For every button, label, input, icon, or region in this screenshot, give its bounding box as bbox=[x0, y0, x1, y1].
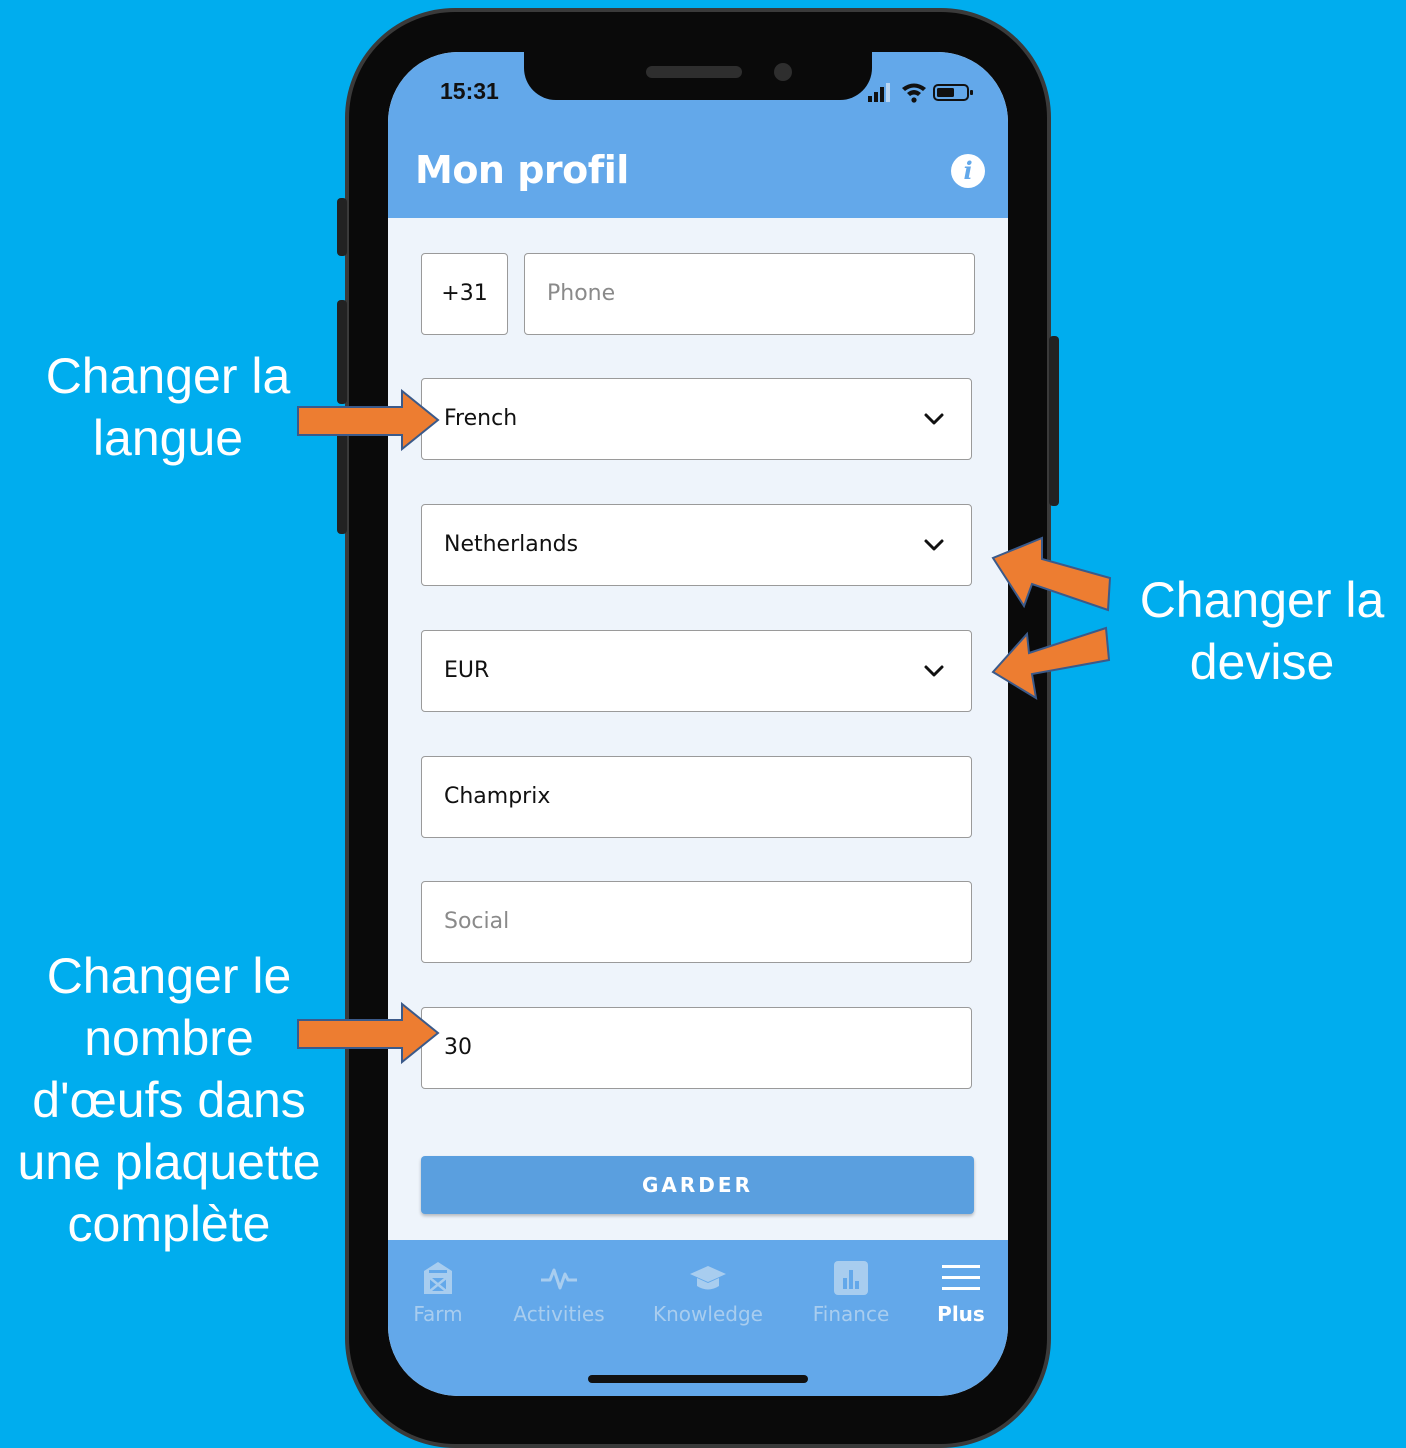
phone-mute-switch bbox=[337, 198, 347, 256]
arrow-to-country-icon bbox=[991, 536, 1112, 612]
tab-label-farm: Farm bbox=[413, 1302, 463, 1326]
phone-placeholder: Phone bbox=[547, 281, 616, 306]
phone-power-button bbox=[1049, 336, 1059, 506]
graduation-cap-icon bbox=[690, 1266, 726, 1290]
status-time: 15:31 bbox=[440, 78, 499, 104]
chevron-down-icon bbox=[924, 413, 944, 425]
page-title: Mon profil bbox=[415, 148, 629, 192]
callout-change-language: Changer la langue bbox=[45, 348, 291, 466]
social-input[interactable]: Social bbox=[421, 881, 972, 963]
company-input[interactable]: Champrix bbox=[421, 756, 972, 838]
status-icons bbox=[868, 83, 973, 103]
language-value: French bbox=[444, 406, 518, 431]
pulse-icon bbox=[541, 1268, 577, 1290]
chevron-down-icon bbox=[924, 539, 944, 551]
menu-icon bbox=[942, 1265, 980, 1290]
tab-label-activities: Activities bbox=[513, 1302, 605, 1326]
eggs-per-tray-value: 30 bbox=[444, 1035, 472, 1060]
tab-activities[interactable]: Activities bbox=[508, 1258, 610, 1326]
chevron-down-icon bbox=[924, 665, 944, 677]
tab-label-plus: Plus bbox=[937, 1302, 985, 1326]
country-code-field[interactable]: +31 bbox=[421, 253, 508, 335]
currency-value: EUR bbox=[444, 658, 490, 683]
tab-finance[interactable]: Finance bbox=[808, 1258, 894, 1326]
social-placeholder: Social bbox=[444, 909, 510, 934]
tab-farm[interactable]: Farm bbox=[408, 1258, 468, 1326]
country-value: Netherlands bbox=[444, 532, 579, 557]
tab-plus[interactable]: Plus bbox=[934, 1258, 988, 1326]
save-button[interactable]: GARDER bbox=[421, 1156, 974, 1214]
country-code-value: +31 bbox=[441, 281, 488, 306]
info-icon[interactable]: i bbox=[951, 154, 985, 188]
currency-select[interactable]: EUR bbox=[421, 630, 972, 712]
notch-speaker bbox=[646, 66, 742, 78]
language-select[interactable]: French bbox=[421, 378, 972, 460]
tab-knowledge[interactable]: Knowledge bbox=[650, 1258, 766, 1326]
eggs-per-tray-input[interactable]: 30 bbox=[421, 1007, 972, 1089]
phone-input[interactable]: Phone bbox=[524, 253, 975, 335]
arrow-to-currency-icon bbox=[991, 626, 1111, 700]
home-indicator bbox=[588, 1375, 808, 1383]
phone-screen: 15:31 Mon profil i +31 Phone French Neth… bbox=[388, 52, 1008, 1396]
bar-chart-icon bbox=[834, 1261, 868, 1295]
phone-volume-up bbox=[337, 300, 347, 404]
country-select[interactable]: Netherlands bbox=[421, 504, 972, 586]
tab-label-knowledge: Knowledge bbox=[653, 1302, 763, 1326]
callout-change-currency: Changer la devise bbox=[1139, 572, 1385, 690]
cellular-signal-icon bbox=[868, 83, 890, 102]
arrow-to-eggs-icon bbox=[297, 1001, 440, 1065]
tab-label-finance: Finance bbox=[812, 1302, 890, 1326]
callout-change-eggs-per-tray: Changer le nombre d'œufs dans une plaque… bbox=[17, 948, 321, 1252]
wifi-icon bbox=[902, 83, 926, 103]
arrow-to-language-icon bbox=[297, 388, 440, 452]
battery-icon bbox=[933, 84, 973, 101]
barn-icon bbox=[424, 1262, 452, 1294]
phone-notch bbox=[524, 52, 872, 100]
company-value: Champrix bbox=[444, 784, 551, 809]
bottom-tab-bar: Farm Activities Knowledge Finance Plus bbox=[388, 1240, 1008, 1396]
notch-camera bbox=[774, 63, 792, 81]
